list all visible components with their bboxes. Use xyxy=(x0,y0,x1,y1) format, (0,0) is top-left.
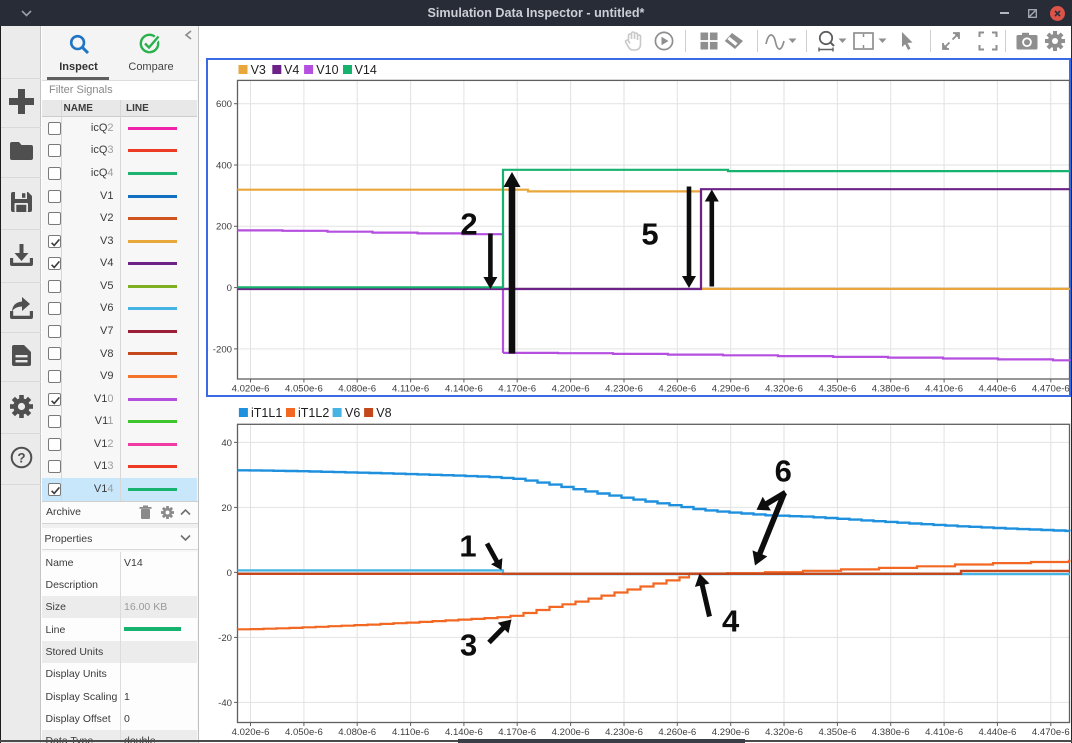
svg-text:200: 200 xyxy=(216,222,232,233)
svg-text:4.200e-6: 4.200e-6 xyxy=(552,727,590,738)
svg-text:4.350e-6: 4.350e-6 xyxy=(818,384,856,395)
svg-text:4.200e-6: 4.200e-6 xyxy=(552,384,590,395)
svg-text:400: 400 xyxy=(216,160,232,171)
svg-text:-40: -40 xyxy=(218,698,232,709)
svg-text:600: 600 xyxy=(216,99,232,110)
svg-text:4.260e-6: 4.260e-6 xyxy=(658,384,696,395)
svg-text:4.110e-6: 4.110e-6 xyxy=(392,727,429,738)
svg-text:V4: V4 xyxy=(284,63,299,77)
svg-text:40: 40 xyxy=(221,438,232,449)
svg-text:20: 20 xyxy=(221,503,232,514)
svg-text:4.140e-6: 4.140e-6 xyxy=(445,384,483,395)
svg-text:V10: V10 xyxy=(316,63,338,77)
svg-text:4.110e-6: 4.110e-6 xyxy=(392,384,429,395)
svg-text:V14: V14 xyxy=(355,63,377,77)
svg-text:4.440e-6: 4.440e-6 xyxy=(978,384,1016,395)
svg-text:-200: -200 xyxy=(213,344,232,355)
svg-text:4: 4 xyxy=(722,604,740,639)
svg-text:4.020e-6: 4.020e-6 xyxy=(232,384,270,395)
svg-text:3: 3 xyxy=(460,627,477,662)
svg-text:4.380e-6: 4.380e-6 xyxy=(872,384,910,395)
svg-text:iT1L2: iT1L2 xyxy=(298,406,329,420)
svg-text:5: 5 xyxy=(641,217,658,252)
svg-text:4.440e-6: 4.440e-6 xyxy=(978,727,1016,738)
svg-text:4.140e-6: 4.140e-6 xyxy=(445,727,483,738)
svg-text:4.350e-6: 4.350e-6 xyxy=(818,727,856,738)
svg-text:4.410e-6: 4.410e-6 xyxy=(925,384,963,395)
svg-text:4.020e-6: 4.020e-6 xyxy=(232,727,270,738)
svg-text:V3: V3 xyxy=(251,63,266,77)
svg-text:V8: V8 xyxy=(376,406,391,420)
svg-text:1: 1 xyxy=(459,529,476,564)
svg-text:4.380e-6: 4.380e-6 xyxy=(872,727,910,738)
svg-text:-20: -20 xyxy=(218,633,232,644)
svg-text:4.260e-6: 4.260e-6 xyxy=(658,727,696,738)
svg-text:4.080e-6: 4.080e-6 xyxy=(338,727,376,738)
svg-text:4.290e-6: 4.290e-6 xyxy=(712,727,750,738)
svg-text:4.230e-6: 4.230e-6 xyxy=(605,727,643,738)
svg-text:4.320e-6: 4.320e-6 xyxy=(765,384,803,395)
svg-text:4.410e-6: 4.410e-6 xyxy=(925,727,963,738)
svg-text:4.170e-6: 4.170e-6 xyxy=(498,727,536,738)
svg-text:iT1L1: iT1L1 xyxy=(251,406,282,420)
svg-text:4.470e-6: 4.470e-6 xyxy=(1032,384,1070,395)
svg-text:4.290e-6: 4.290e-6 xyxy=(712,384,750,395)
svg-text:V6: V6 xyxy=(345,406,360,420)
svg-text:4.230e-6: 4.230e-6 xyxy=(605,384,643,395)
svg-text:?: ? xyxy=(17,450,25,465)
svg-text:0: 0 xyxy=(227,568,232,579)
svg-text:4.080e-6: 4.080e-6 xyxy=(338,384,376,395)
svg-text:4.050e-6: 4.050e-6 xyxy=(285,727,323,738)
svg-text:4.170e-6: 4.170e-6 xyxy=(498,384,536,395)
svg-text:2: 2 xyxy=(460,207,477,242)
svg-text:4.470e-6: 4.470e-6 xyxy=(1032,727,1070,738)
svg-text:6: 6 xyxy=(775,454,792,489)
svg-text:4.050e-6: 4.050e-6 xyxy=(285,384,323,395)
svg-text:4.320e-6: 4.320e-6 xyxy=(765,727,803,738)
svg-text:0: 0 xyxy=(227,283,232,294)
